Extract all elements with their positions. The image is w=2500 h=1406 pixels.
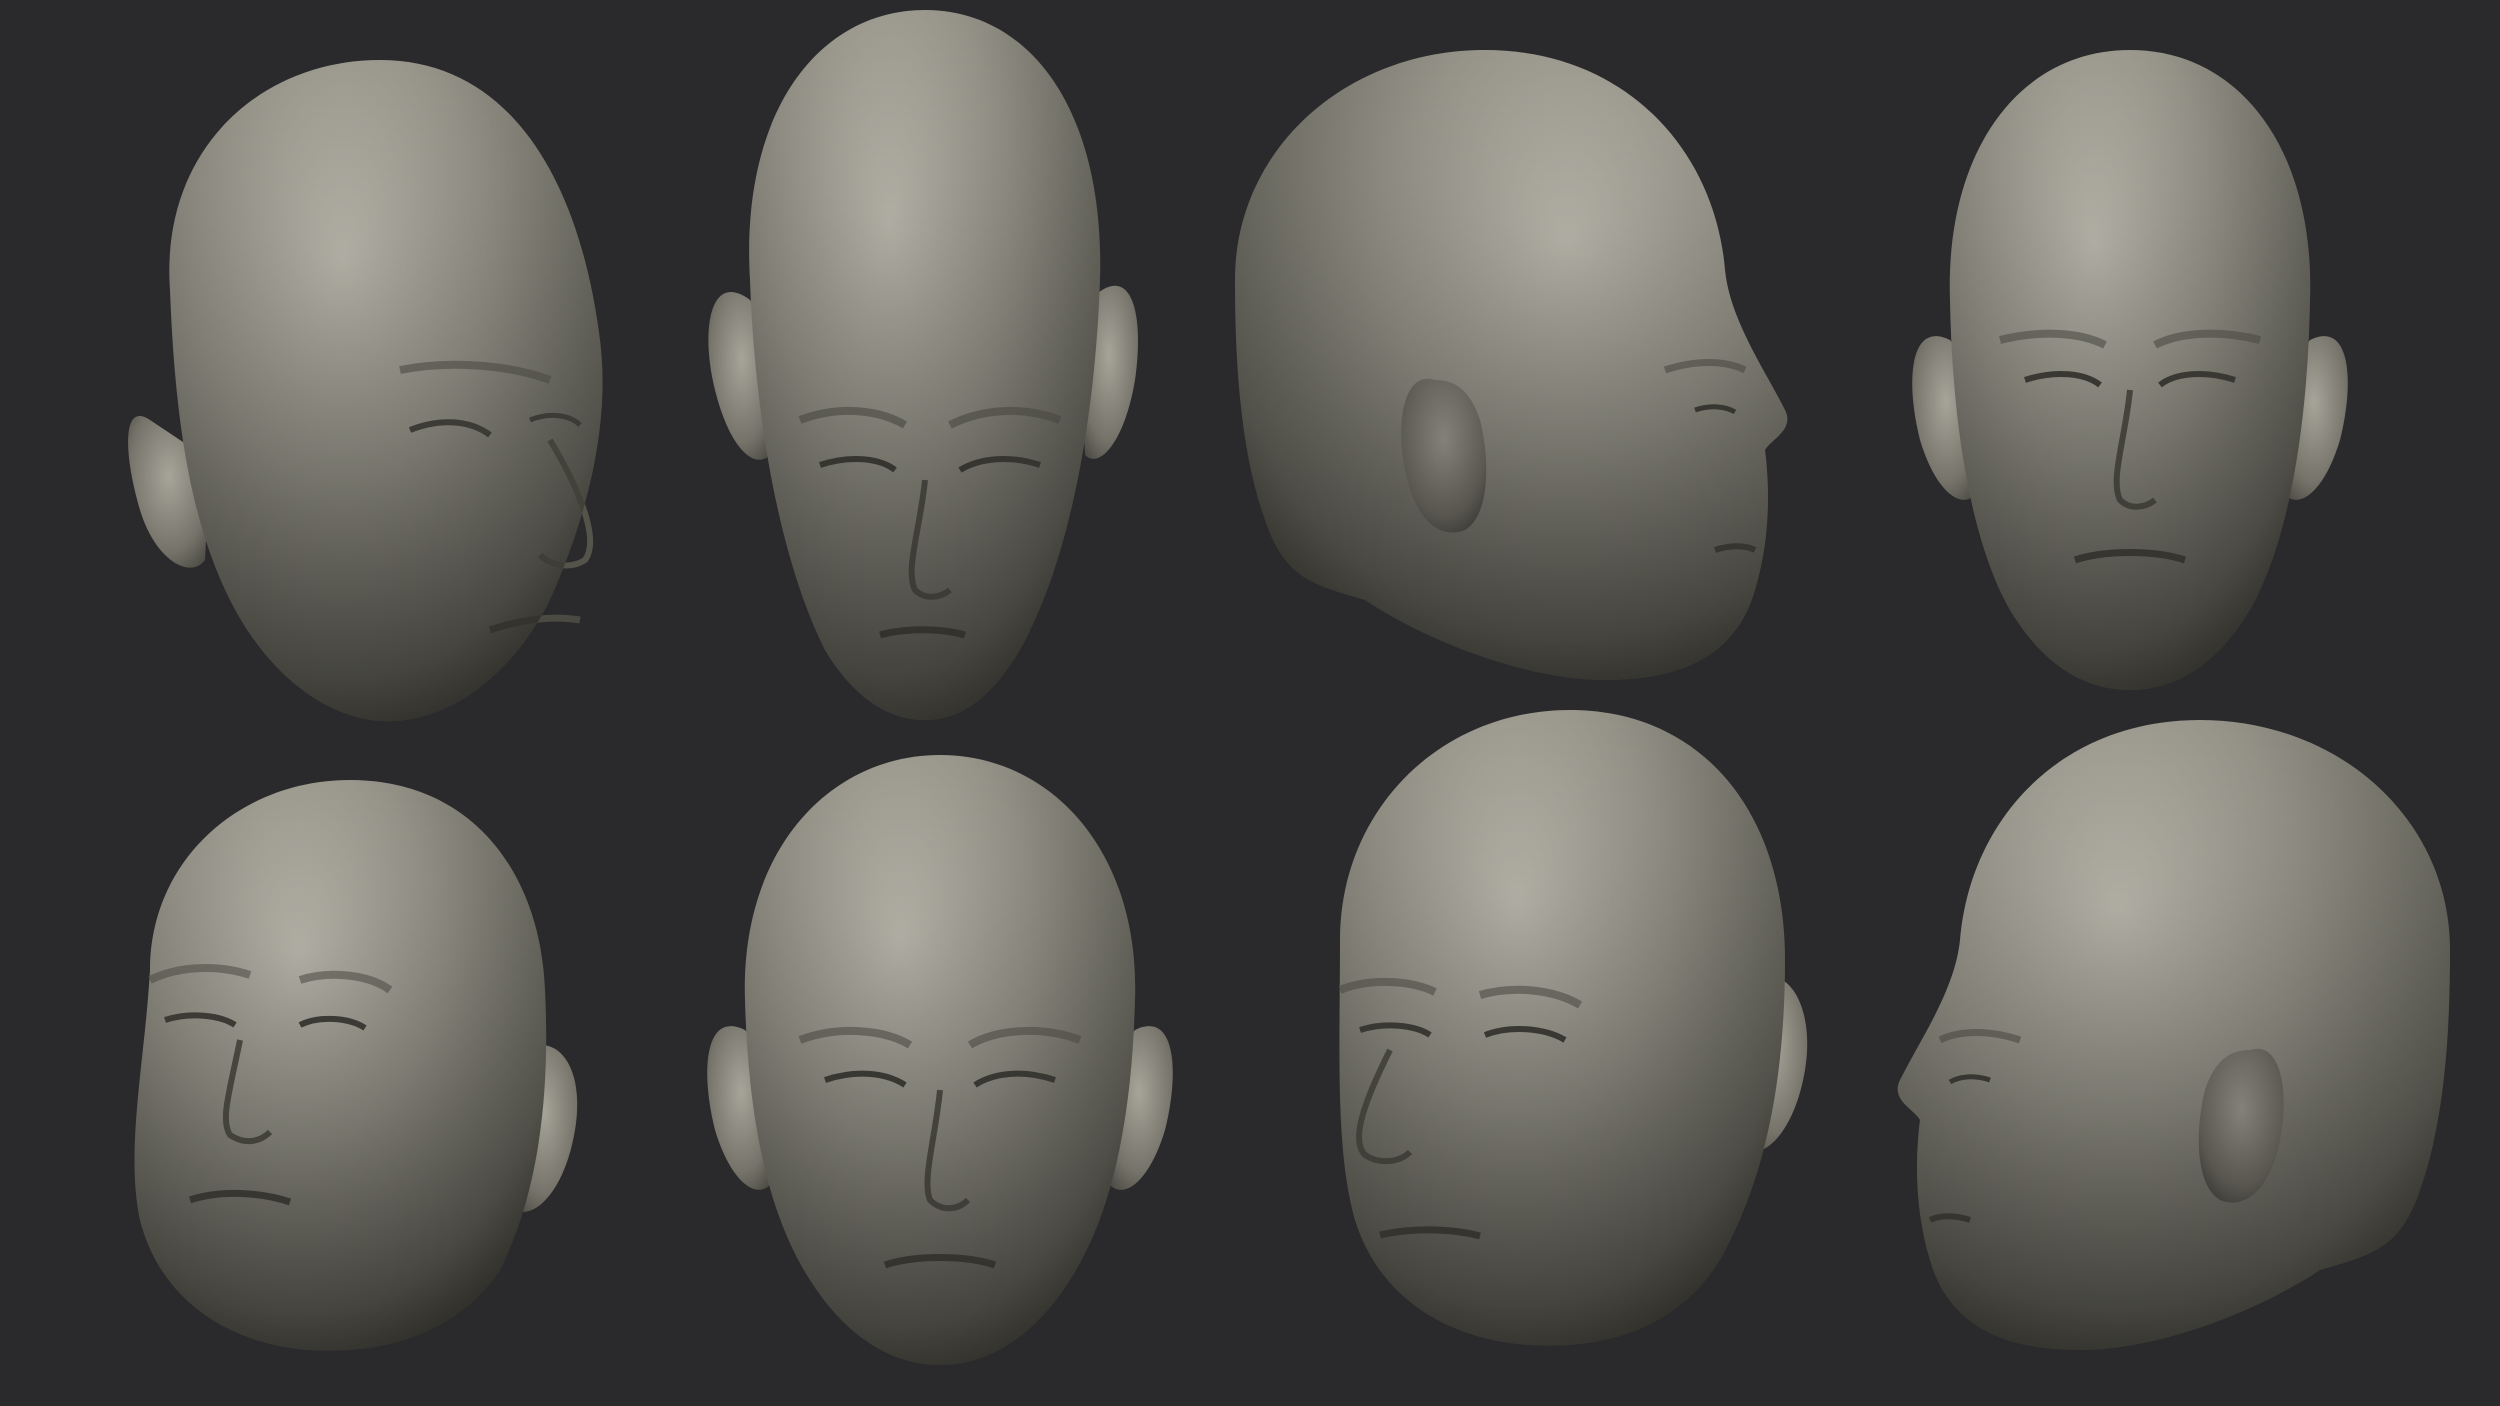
head-view-three-quarter-right-high <box>110 40 650 740</box>
shading <box>134 780 547 1351</box>
sculpt-viewport <box>0 0 2500 1406</box>
shading <box>1949 50 2311 690</box>
shading <box>1897 720 2450 1350</box>
shading <box>744 755 1136 1365</box>
shading <box>1339 710 1785 1346</box>
shading <box>1235 50 1788 680</box>
head-view-front <box>1850 40 2410 700</box>
head-view-three-quarter-left-low <box>120 770 640 1360</box>
head-view-right-profile-back <box>1225 40 1845 700</box>
shading <box>749 10 1101 720</box>
shading <box>169 60 603 722</box>
head-view-front-low <box>660 740 1220 1380</box>
head-view-three-quarter-left <box>1310 700 1850 1360</box>
head-view-left-profile-back <box>1840 710 2460 1370</box>
head-view-front-looking-down <box>640 0 1200 730</box>
